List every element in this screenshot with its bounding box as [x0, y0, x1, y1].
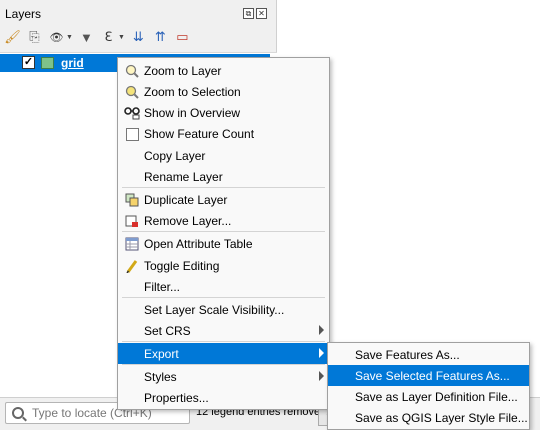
menu-item-export[interactable]: Export [118, 343, 329, 364]
menu-separator [122, 231, 325, 232]
menu-item-zoom-to-layer[interactable]: Zoom to Layer [118, 60, 329, 81]
menu-item-zoom-to-selection[interactable]: Zoom to Selection [118, 81, 329, 102]
submenu-arrow-icon [319, 371, 324, 381]
menu-separator [122, 297, 325, 298]
chevron-down-icon[interactable]: ▼ [66, 34, 73, 41]
menu-item-show-in-overview[interactable]: Show in Overview [118, 102, 329, 123]
menu-item-set-layer-scale-visibility[interactable]: Set Layer Scale Visibility... [118, 299, 329, 320]
float-panel-button[interactable]: ⧉ [243, 8, 254, 19]
menu-item-remove-layer[interactable]: Remove Layer... [118, 210, 329, 231]
overview-glasses-icon [124, 105, 140, 121]
panel-title: Layers [5, 7, 42, 21]
close-panel-button[interactable]: ✕ [256, 8, 267, 19]
layer-name[interactable]: grid [61, 56, 84, 70]
submenu-item-save-features-as[interactable]: Save Features As... [328, 344, 529, 365]
menu-item-open-attribute-table[interactable]: Open Attribute Table [118, 233, 329, 254]
menu-item-rename-layer[interactable]: Rename Layer [118, 166, 329, 187]
menu-separator [122, 187, 325, 188]
zoom-selection-icon [124, 84, 140, 100]
remove-layer-icon[interactable]: ▭ [174, 29, 191, 46]
menu-item-set-crs[interactable]: Set CRS [118, 320, 329, 341]
expand-all-icon[interactable]: ⇊ [130, 29, 147, 46]
layers-toolbar: 🖌 ⎘ 👁 ▼ ▼ ℇ ▼ ⇊ ⇈ ▭ [4, 26, 191, 48]
submenu-item-save-as-qgis-layer-style-file[interactable]: Save as QGIS Layer Style File... [328, 407, 529, 428]
checkbox-icon[interactable] [124, 126, 140, 142]
visibility-eye-icon[interactable]: 👁 [48, 29, 65, 46]
panel-window-buttons: ⧉ ✕ [243, 8, 267, 19]
layer-context-menu: Zoom to Layer Zoom to Selection Show in … [117, 57, 330, 410]
menu-item-toggle-editing[interactable]: Toggle Editing [118, 255, 329, 276]
add-group-icon[interactable]: ⎘ [26, 29, 43, 46]
menu-item-properties[interactable]: Properties... [118, 387, 329, 408]
submenu-item-save-as-layer-definition-file[interactable]: Save as Layer Definition File... [328, 386, 529, 407]
menu-item-copy-layer[interactable]: Copy Layer [118, 145, 329, 166]
edit-pencil-icon [124, 258, 140, 274]
layer-visibility-checkbox[interactable]: ✓ [22, 56, 35, 69]
expression-filter-icon[interactable]: ℇ [100, 29, 117, 46]
menu-item-styles[interactable]: Styles [118, 366, 329, 387]
export-submenu: Save Features As... Save Selected Featur… [327, 342, 530, 430]
submenu-arrow-icon [319, 325, 324, 335]
style-brush-icon[interactable]: 🖌 [4, 29, 21, 46]
search-icon [12, 407, 24, 419]
menu-item-filter[interactable]: Filter... [118, 276, 329, 297]
submenu-arrow-icon [319, 348, 324, 358]
zoom-layer-icon [124, 63, 140, 79]
attribute-table-icon [124, 236, 140, 252]
menu-separator [122, 341, 325, 342]
chevron-down-icon[interactable]: ▼ [118, 34, 125, 41]
menu-separator [122, 364, 325, 365]
menu-item-duplicate-layer[interactable]: Duplicate Layer [118, 189, 329, 210]
menu-item-show-feature-count[interactable]: Show Feature Count [118, 123, 329, 144]
remove-layer-icon [124, 213, 140, 229]
layer-symbol-swatch [41, 57, 54, 69]
filter-funnel-icon[interactable]: ▼ [78, 29, 95, 46]
duplicate-layer-icon [124, 192, 140, 208]
collapse-all-icon[interactable]: ⇈ [152, 29, 169, 46]
submenu-item-save-selected-features-as[interactable]: Save Selected Features As... [328, 365, 529, 386]
